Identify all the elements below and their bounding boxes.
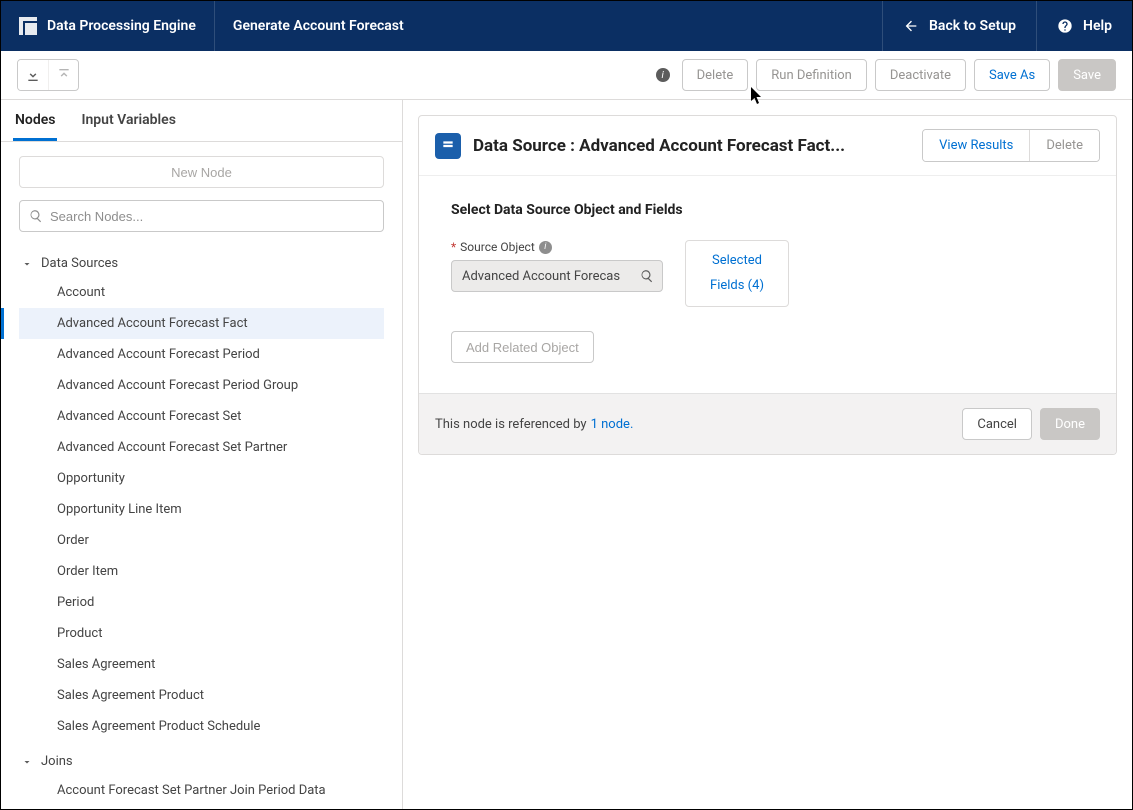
data-source-icon [435, 133, 461, 159]
app-name-label: Data Processing Engine [47, 18, 196, 34]
data-source-item[interactable]: Advanced Account Forecast Period Group [19, 370, 384, 401]
view-results-button[interactable]: View Results [923, 130, 1029, 161]
done-button: Done [1040, 408, 1100, 440]
app-switcher[interactable]: Data Processing Engine [1, 1, 215, 51]
section-heading: Select Data Source Object and Fields [451, 202, 1084, 218]
footer-reference-link[interactable]: 1 node. [591, 417, 634, 432]
info-icon[interactable]: i [539, 241, 552, 254]
download-icon [25, 67, 41, 83]
data-source-item[interactable]: Advanced Account Forecast Set [19, 401, 384, 432]
footer-reference-text: This node is referenced by [435, 417, 587, 432]
arrow-left-icon [903, 18, 919, 34]
new-node-button: New Node [19, 156, 384, 188]
info-icon[interactable]: i [656, 68, 670, 82]
data-source-item[interactable]: Product [19, 618, 384, 649]
data-source-item[interactable]: Advanced Account Forecast Fact [19, 308, 384, 339]
data-source-item[interactable]: Sales Agreement Product Schedule [19, 711, 384, 742]
cancel-button[interactable]: Cancel [962, 408, 1032, 440]
join-item[interactable]: Account Forecast Set Partner Join Period… [19, 775, 384, 806]
data-source-item[interactable]: Advanced Account Forecast Period [19, 339, 384, 370]
back-to-setup-button[interactable]: Back to Setup [882, 1, 1036, 51]
data-source-item[interactable]: Period [19, 587, 384, 618]
download-button[interactable] [18, 60, 48, 90]
panel-title: Data Source : Advanced Account Forecast … [473, 136, 910, 156]
save-button: Save [1058, 59, 1116, 91]
data-source-item[interactable]: Account [19, 277, 384, 308]
chevron-down-icon [21, 756, 33, 768]
delete-button[interactable]: Delete [682, 59, 749, 91]
group-joins-toggle[interactable]: Joins [19, 748, 384, 775]
deactivate-button[interactable]: Deactivate [875, 59, 966, 91]
data-source-item[interactable]: Opportunity Line Item [19, 494, 384, 525]
chevron-down-icon [21, 258, 33, 270]
tab-input-variables[interactable]: Input Variables [79, 100, 177, 141]
search-icon [640, 269, 654, 283]
data-source-item[interactable]: Order [19, 525, 384, 556]
tab-nodes[interactable]: Nodes [13, 100, 57, 141]
upload-button [48, 60, 78, 90]
save-as-button[interactable]: Save As [974, 59, 1050, 91]
run-definition-button[interactable]: Run Definition [756, 59, 867, 91]
source-object-lookup[interactable]: Advanced Account Forecas [451, 260, 663, 292]
upload-icon [56, 67, 72, 83]
source-object-label: * Source Object i [451, 240, 663, 254]
panel-delete-button[interactable]: Delete [1029, 130, 1099, 161]
group-data-sources-toggle[interactable]: Data Sources [19, 250, 384, 277]
app-grid-icon [19, 17, 37, 35]
data-source-item[interactable]: Sales Agreement [19, 649, 384, 680]
search-nodes-input[interactable] [19, 200, 384, 232]
selected-fields-button[interactable]: Selected Fields (4) [685, 240, 789, 307]
data-source-item[interactable]: Sales Agreement Product [19, 680, 384, 711]
page-title: Generate Account Forecast [215, 18, 422, 34]
add-related-object-button: Add Related Object [451, 331, 594, 363]
data-source-item[interactable]: Order Item [19, 556, 384, 587]
data-source-item[interactable]: Opportunity [19, 463, 384, 494]
help-icon [1057, 18, 1073, 34]
data-source-item[interactable]: Advanced Account Forecast Set Partner [19, 432, 384, 463]
search-icon [29, 209, 43, 223]
help-button[interactable]: Help [1036, 1, 1132, 51]
